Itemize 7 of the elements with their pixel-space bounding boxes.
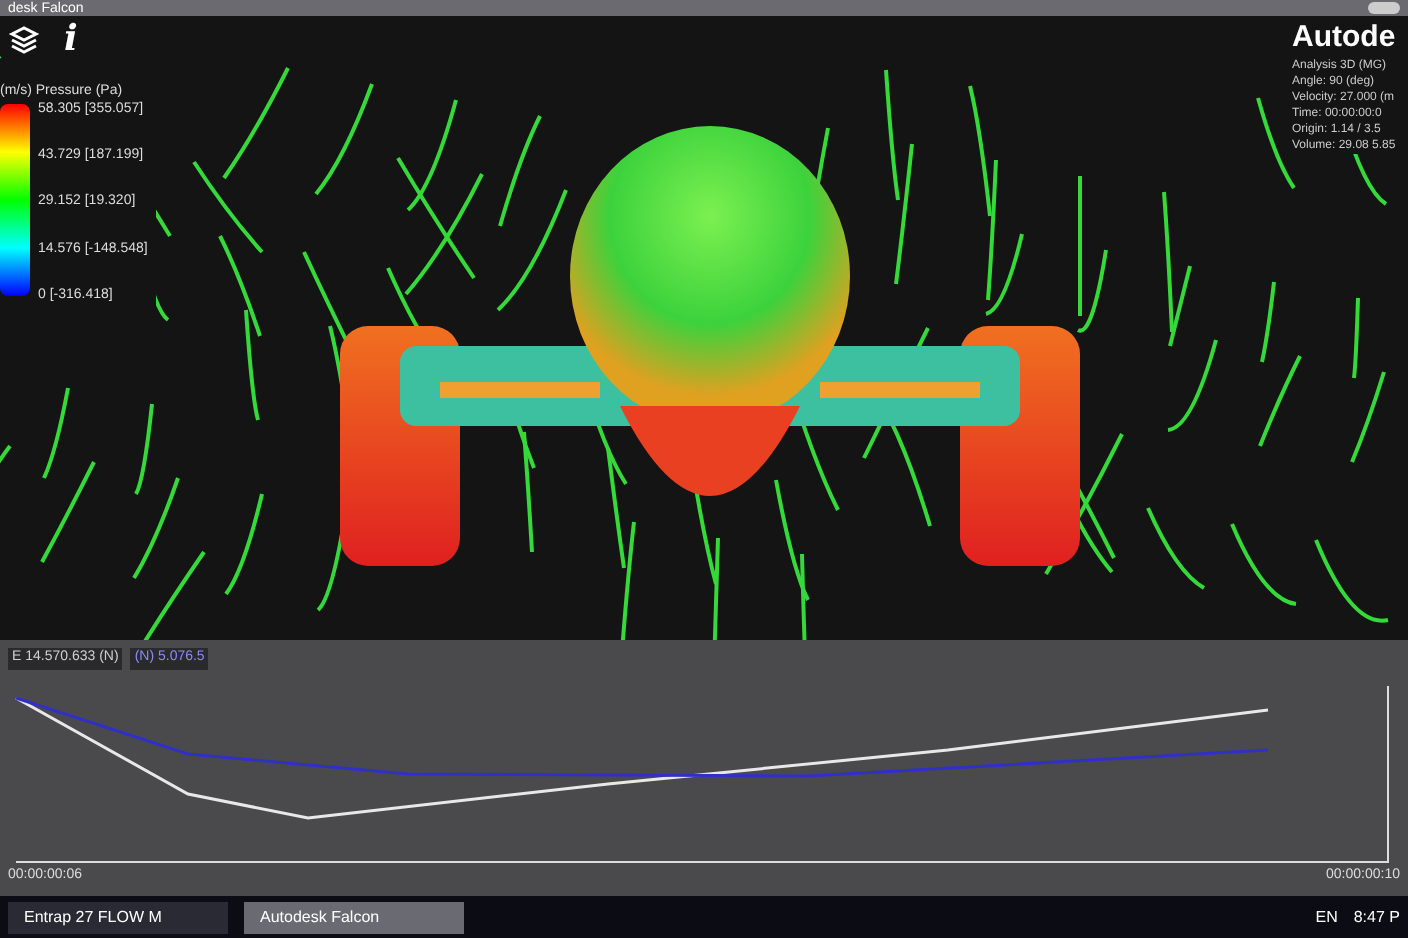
taskbar-button[interactable]: Entrap 27 FLOW M — [8, 901, 228, 933]
layers-icon[interactable] — [8, 24, 40, 56]
info-button[interactable]: i — [64, 22, 78, 58]
clock[interactable]: 8:47 P — [1353, 905, 1400, 929]
language-indicator[interactable]: EN — [1315, 905, 1338, 929]
logo: Autode — [1292, 20, 1396, 58]
taskbar-button[interactable]: Autodesk Falcon — [244, 901, 464, 933]
